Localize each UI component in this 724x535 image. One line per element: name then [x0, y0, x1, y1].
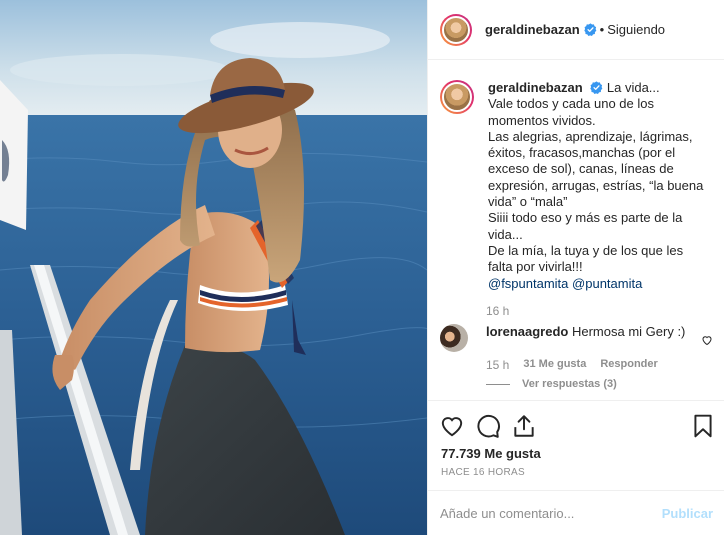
comment-likes[interactable]: 31 Me gusta — [523, 358, 586, 372]
comment-item: lorenaagredo Hermosa mi Gery :) — [440, 324, 715, 352]
bookmark-icon — [694, 414, 712, 438]
caption-line: Las alegrias, aprendizaje, lágrimas, éxi… — [488, 128, 704, 210]
caption-line: La vida... — [606, 80, 660, 95]
share-button[interactable] — [511, 413, 537, 439]
save-button[interactable] — [690, 413, 716, 439]
comment-text: lorenaagredo Hermosa mi Gery :) — [486, 324, 685, 352]
commenter-username[interactable]: lorenaagredo — [486, 324, 568, 339]
share-icon — [514, 415, 534, 437]
comment-input[interactable] — [440, 505, 650, 521]
mention-link[interactable]: @puntamita — [572, 276, 642, 291]
author-username[interactable]: geraldinebazan — [485, 22, 580, 37]
mention-link[interactable]: @fspuntamita — [488, 276, 568, 291]
following-button[interactable]: Siguiendo — [607, 22, 665, 37]
post-timestamp: HACE 16 HORAS — [441, 467, 525, 478]
caption-line: Vale todos y cada uno de los momentos vi… — [488, 96, 654, 128]
heart-icon — [441, 417, 463, 437]
verified-badge-icon — [583, 23, 596, 36]
caption-line: Siiii todo eso y más es parte de la vida… — [488, 210, 683, 242]
comment-button[interactable] — [475, 413, 501, 439]
view-replies-line — [486, 383, 510, 385]
post-side-panel: geraldinebazan • Siguiendo geraldinebaza… — [427, 0, 724, 535]
comment-meta: 15 h 31 Me gusta Responder — [486, 358, 672, 372]
caption-time: 16 h — [486, 304, 510, 318]
post-header: geraldinebazan • Siguiendo — [428, 0, 724, 60]
view-replies-button[interactable]: Ver respuestas (3) — [486, 378, 617, 390]
reply-button[interactable]: Responder — [600, 358, 657, 372]
commenter-avatar[interactable] — [440, 324, 468, 352]
caption-username[interactable]: geraldinebazan — [488, 80, 583, 95]
post-actions: 77.739 Me gusta HACE 16 HORAS — [428, 400, 724, 495]
comment-content: Hermosa mi Gery :) — [571, 324, 686, 339]
comment-time: 15 h — [486, 358, 510, 372]
caption-avatar[interactable] — [440, 80, 474, 114]
header-separator: • — [599, 22, 605, 37]
comment-icon — [477, 414, 500, 438]
verified-badge-icon — [590, 81, 603, 94]
author-avatar[interactable] — [440, 13, 472, 46]
post-photo[interactable] — [0, 0, 427, 535]
add-comment-bar: Publicar — [428, 490, 724, 535]
caption-line: De la mía, la tuya y de los que les falt… — [488, 242, 684, 275]
comment-like-heart-icon[interactable] — [701, 334, 713, 346]
like-button[interactable] — [439, 413, 465, 439]
like-count[interactable]: 77.739 Me gusta — [441, 446, 541, 461]
view-replies-label: Ver respuestas (3) — [522, 378, 617, 390]
post-image — [0, 0, 427, 535]
publish-button[interactable]: Publicar — [662, 506, 713, 521]
comments-section[interactable]: geraldinebazan La vida... Vale todos y c… — [428, 60, 724, 400]
caption-text: geraldinebazan La vida... Vale todos y c… — [488, 80, 706, 292]
caption: geraldinebazan La vida... Vale todos y c… — [440, 80, 706, 292]
